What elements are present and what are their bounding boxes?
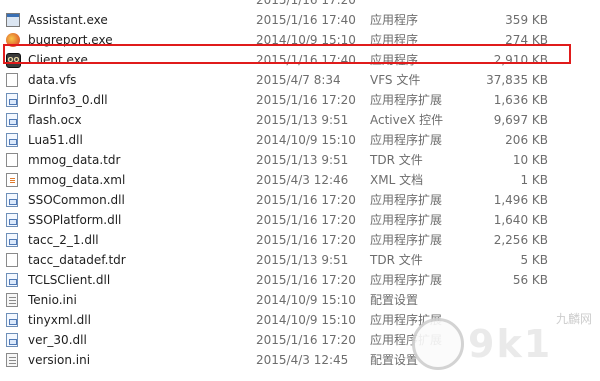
file-size: 2,256 KB bbox=[493, 233, 548, 247]
file-name: DirInfo3_0.dll bbox=[28, 93, 108, 107]
file-row[interactable]: Lua51.dll 2014/10/9 15:10 应用程序扩展 206 KB bbox=[0, 130, 600, 150]
dll-icon bbox=[6, 93, 18, 107]
dll-icon bbox=[6, 193, 18, 207]
file-name: Tenio.ini bbox=[28, 293, 77, 307]
file-row[interactable]: SSOCommon.dll 2015/1/16 17:20 应用程序扩展 1,496 … bbox=[0, 190, 600, 210]
file-date-modified: 2014/10/9 15:10 bbox=[256, 133, 356, 147]
file-type: 配置设置 bbox=[370, 293, 419, 307]
file-type: 应用程序扩展 bbox=[370, 133, 443, 147]
dll-icon bbox=[6, 313, 18, 327]
file-name: Lua51.dll bbox=[28, 133, 83, 147]
file-date-modified: 2015/4/7 8:34 bbox=[256, 73, 341, 87]
file-date-modified: 2015/1/16 17:40 bbox=[256, 13, 356, 27]
file-type: VFS 文件 bbox=[370, 73, 421, 87]
file-row[interactable]: TCLSClient.dll 2015/1/16 17:20 应用程序扩展 56 KB bbox=[0, 270, 600, 290]
file-size: 9,697 KB bbox=[493, 113, 548, 127]
file-type: 应用程序扩展 bbox=[370, 273, 443, 287]
file-name: flash.ocx bbox=[28, 113, 82, 127]
file-size: 1,496 KB bbox=[493, 193, 548, 207]
file-date-modified: 2015/1/16 17:20 bbox=[256, 273, 356, 287]
file-name: SSOCommon.dll bbox=[28, 193, 125, 207]
dll-icon bbox=[6, 213, 18, 227]
file-type: XML 文档 bbox=[370, 173, 424, 187]
file-name: version.ini bbox=[28, 353, 91, 367]
exe-icon bbox=[6, 13, 20, 27]
dll-icon bbox=[6, 113, 18, 127]
file-name: tacc_2_1.dll bbox=[28, 233, 99, 247]
file-date-modified: 2015/1/13 9:51 bbox=[256, 153, 349, 167]
file-row[interactable]: mmog_data.tdr 2015/1/13 9:51 TDR 文件 10 KB bbox=[0, 150, 600, 170]
file-size: 37,835 KB bbox=[486, 73, 548, 87]
file-row[interactable]: tacc_datadef.tdr 2015/1/13 9:51 TDR 文件 5 KB bbox=[0, 250, 600, 270]
file-type: 应用程序扩展 bbox=[370, 193, 443, 207]
file-date-modified: 2015/1/13 9:51 bbox=[256, 253, 349, 267]
file-size: 5 KB bbox=[520, 253, 548, 267]
file-date-modified: 2015/4/3 12:46 bbox=[256, 173, 349, 187]
watermark-text: 9k1 bbox=[468, 322, 553, 366]
file-icon bbox=[6, 253, 18, 267]
file-row[interactable]: Assistant.exe 2015/1/16 17:40 应用程序 359 KB bbox=[0, 10, 600, 30]
file-icon bbox=[6, 153, 18, 167]
file-name: data.vfs bbox=[28, 73, 77, 87]
file-name: ver_30.dll bbox=[28, 333, 87, 347]
file-size: 1,636 KB bbox=[493, 93, 548, 107]
file-date-modified: 2015/1/16 17:20 bbox=[256, 93, 356, 107]
file-type: ActiveX 控件 bbox=[370, 113, 444, 127]
file-size: 56 KB bbox=[512, 273, 548, 287]
file-name: mmog_data.tdr bbox=[28, 153, 121, 167]
file-date-modified: 2015/1/16 17:20 bbox=[256, 233, 356, 247]
ini-icon bbox=[6, 293, 18, 307]
file-name: TCLSClient.dll bbox=[28, 273, 111, 287]
file-row[interactable]: 2015/1/16 17:20 bbox=[0, 0, 600, 10]
file-size: 1,640 KB bbox=[493, 213, 548, 227]
file-date-modified: 2015/1/16 17:20 bbox=[256, 193, 356, 207]
file-row[interactable]: SSOPlatform.dll 2015/1/16 17:20 应用程序扩展 1,64… bbox=[0, 210, 600, 230]
dll-icon bbox=[6, 233, 18, 247]
file-name: Assistant.exe bbox=[28, 13, 108, 27]
watermark-logo-icon bbox=[412, 318, 464, 370]
file-size: 1 KB bbox=[520, 173, 548, 187]
file-name: tinyxml.dll bbox=[28, 313, 91, 327]
file-date-modified: 2015/1/16 17:20 bbox=[256, 333, 356, 347]
file-date-modified: 2015/1/16 17:20 bbox=[256, 0, 356, 7]
ini-icon bbox=[6, 353, 18, 367]
file-row[interactable]: Tenio.ini 2014/10/9 15:10 配置设置 bbox=[0, 290, 600, 310]
file-date-modified: 2015/1/16 17:20 bbox=[256, 213, 356, 227]
file-type: 应用程序扩展 bbox=[370, 93, 443, 107]
xml-icon bbox=[6, 173, 18, 187]
watermark: 9k1 九麟网 bbox=[406, 308, 596, 378]
file-type: 应用程序扩展 bbox=[370, 213, 443, 227]
file-icon bbox=[6, 73, 18, 87]
file-date-modified: 2014/10/9 15:10 bbox=[256, 313, 356, 327]
dll-icon bbox=[6, 273, 18, 287]
file-row[interactable]: flash.ocx 2015/1/13 9:51 ActiveX 控件 9,697 K… bbox=[0, 110, 600, 130]
file-type: 应用程序 bbox=[370, 13, 419, 27]
watermark-subtext: 九麟网 bbox=[555, 312, 592, 326]
highlight-box bbox=[3, 44, 571, 64]
folder-icon bbox=[6, 0, 20, 7]
file-row[interactable]: mmog_data.xml 2015/4/3 12:46 XML 文档 1 KB bbox=[0, 170, 600, 190]
file-size: 10 KB bbox=[512, 153, 548, 167]
file-type: TDR 文件 bbox=[370, 253, 423, 267]
file-date-modified: 2015/1/13 9:51 bbox=[256, 113, 349, 127]
file-row[interactable]: DirInfo3_0.dll 2015/1/16 17:20 应用程序扩展 1,636… bbox=[0, 90, 600, 110]
dll-icon bbox=[6, 133, 18, 147]
file-date-modified: 2015/4/3 12:45 bbox=[256, 353, 349, 367]
file-size: 359 KB bbox=[505, 13, 548, 27]
file-size: 206 KB bbox=[505, 133, 548, 147]
file-row[interactable]: data.vfs 2015/4/7 8:34 VFS 文件 37,835 KB bbox=[0, 70, 600, 90]
dll-icon bbox=[6, 333, 18, 347]
file-date-modified: 2014/10/9 15:10 bbox=[256, 293, 356, 307]
file-type: 应用程序扩展 bbox=[370, 233, 443, 247]
file-name: mmog_data.xml bbox=[28, 173, 126, 187]
file-name: SSOPlatform.dll bbox=[28, 213, 122, 227]
file-row[interactable]: tacc_2_1.dll 2015/1/16 17:20 应用程序扩展 2,256 K… bbox=[0, 230, 600, 250]
file-type: TDR 文件 bbox=[370, 153, 423, 167]
file-name: tacc_datadef.tdr bbox=[28, 253, 126, 267]
